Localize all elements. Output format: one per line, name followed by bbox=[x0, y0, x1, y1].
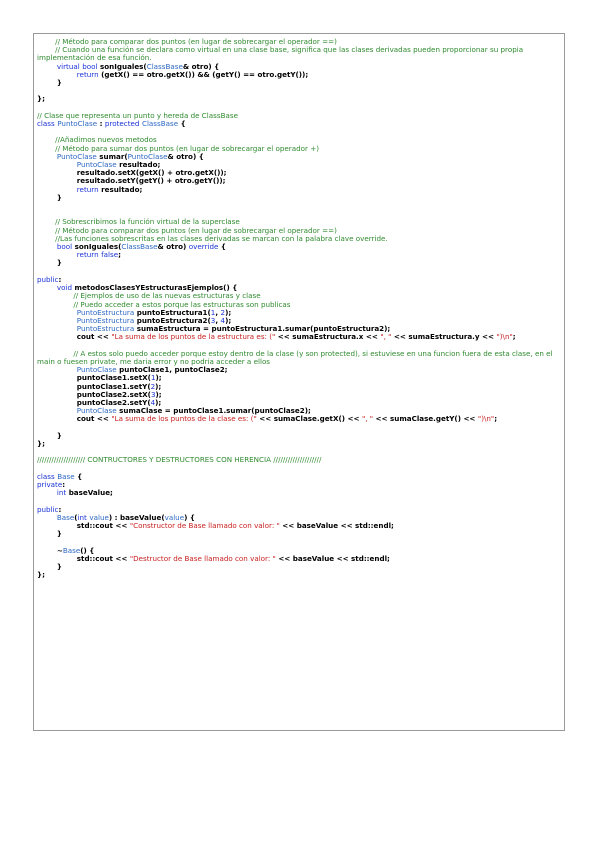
code-line: ​ bbox=[37, 497, 561, 505]
code-text: { bbox=[74, 471, 83, 481]
code-text: << sumaEstructura.y << bbox=[391, 332, 497, 342]
code-line: return resultado; bbox=[37, 184, 561, 194]
code-line: } bbox=[37, 78, 561, 88]
code-line: } bbox=[37, 259, 561, 267]
code-line: } bbox=[37, 431, 561, 440]
code-text: << baseValue << std::endl; bbox=[275, 553, 390, 563]
code-listing-frame: // Método para comparar dos puntos (en l… bbox=[33, 33, 565, 731]
string-literal: ")\n" bbox=[496, 332, 513, 342]
comment: // Cuando una función se declara como vi… bbox=[37, 45, 526, 63]
string-literal: ", " bbox=[380, 332, 392, 342]
code-line: } bbox=[37, 192, 561, 202]
code-line: } bbox=[37, 562, 561, 571]
code-text: ; bbox=[494, 414, 498, 424]
code-line: private: bbox=[37, 480, 561, 489]
code-text: } bbox=[37, 258, 62, 268]
code-line: cout << "La suma de los puntos de la cla… bbox=[37, 415, 561, 423]
code-line: // A estos solo puedo acceder porque est… bbox=[37, 348, 561, 366]
code-line: cout << "La suma de los puntos de la est… bbox=[37, 333, 561, 341]
keyword: false bbox=[101, 250, 119, 260]
string-literal: ")\n" bbox=[477, 414, 495, 424]
code-listing: // Método para comparar dos puntos (en l… bbox=[37, 37, 561, 579]
type-name: ClassBase bbox=[121, 242, 158, 252]
code-text: << sumaClase.getY() << bbox=[373, 414, 478, 424]
code-line: ​ bbox=[37, 424, 561, 432]
type-name: PuntoClase bbox=[57, 119, 98, 129]
keyword: return bbox=[76, 69, 99, 79]
code-line: ​ bbox=[37, 202, 561, 210]
string-literal: ", " bbox=[361, 414, 374, 424]
code-text: : bbox=[97, 119, 105, 129]
code-line: class PuntoClase : protected ClassBase { bbox=[37, 119, 561, 129]
code-line: ​ bbox=[37, 465, 561, 473]
code-text: & otro) bbox=[157, 242, 189, 252]
code-line: return false; bbox=[37, 251, 561, 259]
code-text: } bbox=[37, 529, 62, 539]
code-line: std::cout << "Constructor de Base llamad… bbox=[37, 520, 561, 530]
code-text: resultado; bbox=[98, 184, 143, 194]
code-line: ​ bbox=[37, 268, 561, 276]
keyword: return bbox=[76, 250, 99, 260]
code-text: } bbox=[37, 78, 62, 88]
code-text: }; bbox=[37, 570, 45, 580]
keyword: int bbox=[56, 488, 67, 498]
string-literal: "La suma de los puntos de la clase es: (… bbox=[111, 414, 257, 424]
code-text: { bbox=[218, 242, 226, 252]
code-text: << baseValue << std::endl; bbox=[279, 520, 394, 530]
code-line: // Cuando una función se declara como vi… bbox=[37, 45, 561, 63]
code-line: ​ bbox=[37, 87, 561, 95]
comment: //////////////////// CONTRUCTORES Y DEST… bbox=[37, 455, 322, 465]
string-literal: "Destructor de Base llamado con valor: " bbox=[129, 553, 276, 563]
code-line: }; bbox=[37, 95, 561, 103]
keyword: override bbox=[188, 242, 219, 252]
code-line: return (getX() == otro.getX()) && (getY(… bbox=[37, 69, 561, 79]
string-literal: "La suma de los puntos de la estructura … bbox=[111, 332, 276, 342]
code-text: }; bbox=[37, 94, 45, 104]
code-text: cout << bbox=[37, 332, 112, 342]
comment: // A estos solo puedo acceder porque est… bbox=[37, 348, 555, 366]
code-text: }; bbox=[37, 438, 45, 448]
code-line: int baseValue; bbox=[37, 489, 561, 497]
keyword: class bbox=[37, 119, 55, 129]
code-line: std::cout << "Destructor de Base llamado… bbox=[37, 553, 561, 563]
code-line: class Base { bbox=[37, 471, 561, 481]
code-text: << sumaClase.getX() << bbox=[256, 414, 362, 424]
code-text: ; bbox=[118, 250, 121, 260]
code-text: cout << bbox=[37, 414, 112, 424]
code-line: //////////////////// CONTRUCTORES Y DEST… bbox=[37, 456, 561, 464]
code-text: & otro) { bbox=[167, 151, 204, 161]
keyword: protected bbox=[104, 119, 140, 129]
code-line: ​ bbox=[37, 538, 561, 546]
keyword: return bbox=[76, 184, 99, 194]
code-text: ; bbox=[512, 332, 516, 342]
code-line: } bbox=[37, 530, 561, 538]
code-text: } bbox=[37, 192, 62, 202]
code-line: }; bbox=[37, 438, 561, 448]
code-text: { bbox=[178, 119, 186, 129]
string-literal: "Constructor de Base llamado con valor: … bbox=[129, 520, 280, 530]
code-text: (getX() == otro.getX()) && (getY() == ot… bbox=[98, 69, 309, 79]
code-text: baseValue; bbox=[66, 488, 113, 498]
code-line: }; bbox=[37, 571, 561, 579]
code-text: << sumaEstructura.x << bbox=[275, 332, 381, 342]
type-name: ClassBase bbox=[141, 119, 179, 129]
